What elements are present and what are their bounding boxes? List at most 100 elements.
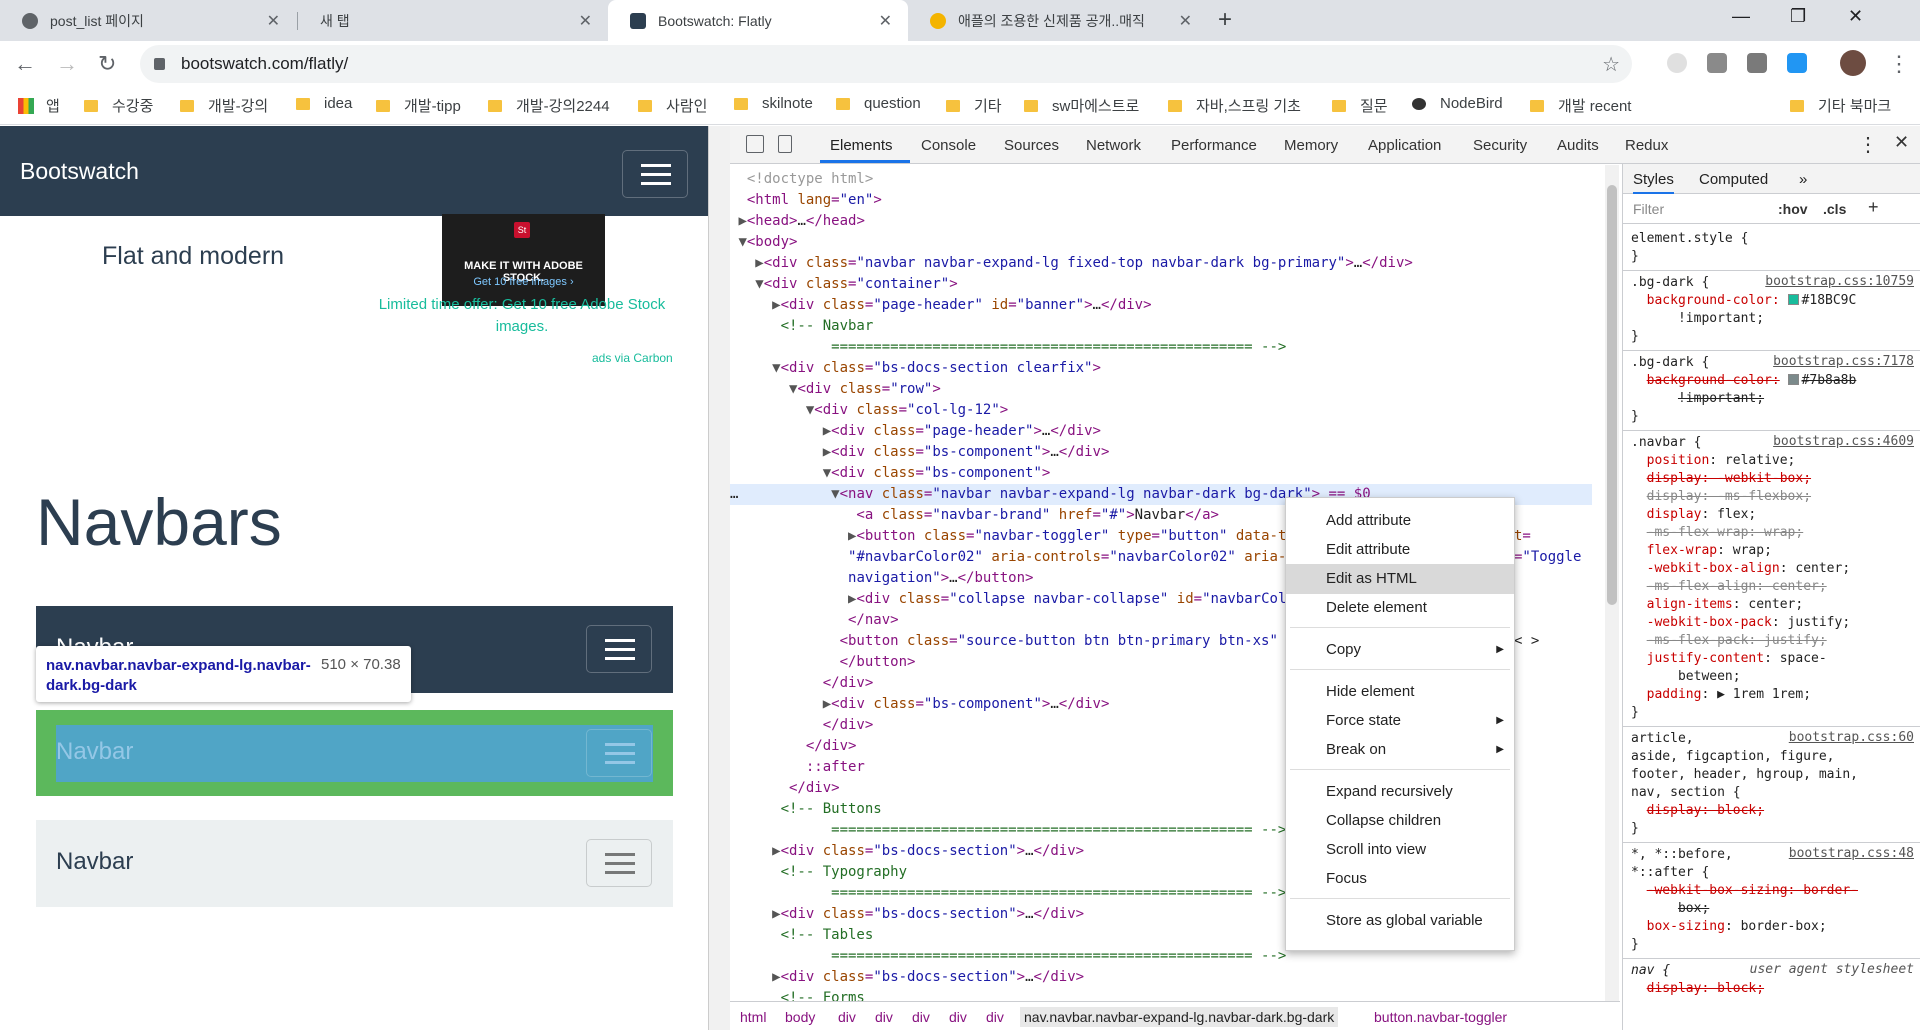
breadcrumb-item[interactable]: div: [986, 1009, 1004, 1025]
style-property[interactable]: background-color: #18BC9C: [1631, 292, 1857, 310]
download-extension-icon[interactable]: [1787, 53, 1807, 73]
bookmark-folder[interactable]: 개발-tipp: [376, 95, 461, 116]
menu-item-add-attribute[interactable]: Add attribute: [1286, 506, 1514, 536]
dom-node[interactable]: ▼<div class="col-lg-12">: [730, 400, 1592, 421]
dom-comment[interactable]: ========================================…: [730, 337, 1592, 358]
breadcrumb-item[interactable]: div: [875, 1009, 893, 1025]
style-property-overridden[interactable]: display: block;: [1631, 802, 1764, 820]
bookmark-folder[interactable]: 기타: [946, 95, 1002, 116]
maximize-icon[interactable]: ❐: [1790, 6, 1806, 27]
bookmark-folder[interactable]: 질문: [1332, 95, 1388, 116]
devtools-tab-application[interactable]: Application: [1368, 137, 1441, 154]
dom-comment[interactable]: <!-- Forms: [730, 988, 1592, 1001]
tab-styles[interactable]: Styles: [1633, 171, 1674, 194]
dom-node[interactable]: <html lang="en">: [730, 190, 1592, 211]
navbar-toggler-button[interactable]: [622, 150, 688, 198]
style-property[interactable]: padding: ▶ 1rem 1rem;: [1631, 686, 1811, 704]
tab-apple-news[interactable]: 애플의 조용한 신제품 공개..매직 ✕: [908, 0, 1208, 41]
devtools-tab-memory[interactable]: Memory: [1284, 137, 1338, 154]
devtools-tab-console[interactable]: Console: [921, 137, 976, 154]
breadcrumb-item[interactable]: div: [838, 1009, 856, 1025]
breadcrumb-item[interactable]: html: [740, 1009, 766, 1025]
back-icon[interactable]: ←: [14, 51, 36, 77]
tab-computed[interactable]: Computed: [1699, 171, 1768, 188]
url-text[interactable]: bootswatch.com/flatly/: [181, 54, 348, 74]
camera-extension-icon[interactable]: [1747, 53, 1767, 73]
style-property[interactable]: flex-wrap: wrap;: [1631, 542, 1772, 560]
close-icon[interactable]: ✕: [579, 11, 592, 31]
vue-extension-icon[interactable]: [1707, 53, 1727, 73]
style-property-overridden[interactable]: display: block;: [1631, 980, 1764, 998]
dom-node[interactable]: ▼<div class="row">: [730, 379, 1592, 400]
minimize-icon[interactable]: —: [1732, 6, 1750, 27]
dom-comment[interactable]: <!-- Navbar: [730, 316, 1592, 337]
bookmark-folder[interactable]: question: [836, 95, 921, 112]
source-link[interactable]: bootstrap.css:4609: [1773, 434, 1914, 449]
dom-node[interactable]: ▼<body>: [730, 232, 1592, 253]
inspect-element-icon[interactable]: [746, 135, 764, 153]
breadcrumb-item[interactable]: div: [949, 1009, 967, 1025]
breadcrumb-item[interactable]: body: [785, 1009, 815, 1025]
bookmark-folder[interactable]: 개발-강의2244: [488, 95, 610, 116]
tab-bootswatch[interactable]: Bootswatch: Flatly ✕: [608, 0, 908, 41]
navbar-toggler-button[interactable]: [586, 625, 652, 673]
menu-item-delete-element[interactable]: Delete element: [1286, 593, 1514, 623]
menu-item-collapse-children[interactable]: Collapse children: [1286, 806, 1514, 836]
bookmark-folder[interactable]: sw마에스트로: [1024, 95, 1139, 116]
menu-item-focus[interactable]: Focus: [1286, 864, 1514, 894]
close-icon[interactable]: ✕: [267, 11, 280, 31]
style-property-overridden[interactable]: background-color: #7b8a8b: [1631, 372, 1857, 390]
close-icon[interactable]: ✕: [1179, 11, 1192, 31]
style-rule-selector[interactable]: .bg-dark {: [1631, 354, 1709, 372]
cls-toggle[interactable]: .cls: [1823, 201, 1846, 217]
style-property-overridden[interactable]: -ms-flex-align: center;: [1631, 578, 1827, 596]
bookmark-other[interactable]: 기타 북마크: [1790, 95, 1891, 116]
bookmark-folder[interactable]: 자바,스프링 기초: [1168, 95, 1301, 116]
style-property-overridden[interactable]: -ms-flex-wrap: wrap;: [1631, 524, 1804, 542]
dom-node[interactable]: ▼<div class="bs-component">: [730, 463, 1592, 484]
source-link[interactable]: bootstrap.css:48: [1789, 846, 1914, 861]
bookmark-folder[interactable]: 개발-강의: [180, 95, 268, 116]
new-style-rule-icon[interactable]: +: [1868, 197, 1879, 218]
ads-via-carbon-link[interactable]: ads via Carbon: [592, 351, 673, 365]
style-property[interactable]: -webkit-box-align: center;: [1631, 560, 1851, 578]
bookmark-folder[interactable]: 사람인: [638, 95, 707, 116]
breadcrumb-item-selected[interactable]: nav.navbar.navbar-expand-lg.navbar-dark.…: [1020, 1007, 1339, 1027]
color-swatch[interactable]: [1787, 294, 1799, 305]
ad-offer-link[interactable]: Limited time offer: Get 10 free Adobe St…: [370, 294, 674, 338]
menu-item-edit-attribute[interactable]: Edit attribute: [1286, 535, 1514, 565]
style-property-overridden[interactable]: -ms-flex-pack: justify;: [1631, 632, 1827, 650]
navbar-brand[interactable]: Bootswatch: [20, 158, 139, 185]
bookmark-apps[interactable]: 앱: [18, 95, 60, 116]
devtools-tab-redux[interactable]: Redux: [1625, 137, 1668, 154]
style-property-overridden[interactable]: -webkit-box-sizing: border-: [1631, 882, 1858, 900]
menu-item-hide-element[interactable]: Hide element: [1286, 677, 1514, 707]
navbar-demo-brand[interactable]: Navbar: [56, 848, 133, 876]
page-scrollbar[interactable]: [708, 126, 730, 1030]
device-toolbar-icon[interactable]: [778, 135, 792, 153]
bookmark-star-icon[interactable]: ☆: [1602, 52, 1620, 77]
profile-avatar[interactable]: [1840, 50, 1866, 76]
style-rule-selector[interactable]: nav {: [1631, 962, 1670, 980]
tab-post-list[interactable]: post_list 페이지 ✕: [0, 0, 296, 41]
devtools-tab-sources[interactable]: Sources: [1004, 137, 1059, 154]
bookmark-nodebird[interactable]: NodeBird: [1412, 95, 1503, 112]
dom-node[interactable]: ▼<div class="container">: [730, 274, 1592, 295]
extension-icon[interactable]: [1667, 53, 1687, 73]
source-link[interactable]: bootstrap.css:10759: [1765, 274, 1914, 289]
style-property[interactable]: align-items: center;: [1631, 596, 1804, 614]
reload-icon[interactable]: ↻: [98, 51, 116, 77]
style-rule-selector[interactable]: aside, figcaption, figure,: [1631, 748, 1835, 766]
tab-new[interactable]: 새 탭 ✕: [298, 0, 608, 41]
close-icon[interactable]: ✕: [879, 11, 892, 31]
hov-toggle[interactable]: :hov: [1778, 201, 1808, 217]
style-property-overridden[interactable]: display: -ms-flexbox;: [1631, 488, 1811, 506]
style-property[interactable]: position: relative;: [1631, 452, 1796, 470]
forward-icon[interactable]: →: [56, 51, 78, 77]
devtools-menu-icon[interactable]: ⋮: [1858, 132, 1878, 157]
bookmark-folder[interactable]: 개발 recent: [1530, 95, 1631, 116]
devtools-close-icon[interactable]: ✕: [1894, 132, 1909, 153]
navbar-demo-brand[interactable]: Navbar: [56, 738, 133, 766]
navbar-toggler-button[interactable]: [586, 729, 652, 777]
dom-node[interactable]: ▶<div class="navbar navbar-expand-lg fix…: [730, 253, 1592, 274]
